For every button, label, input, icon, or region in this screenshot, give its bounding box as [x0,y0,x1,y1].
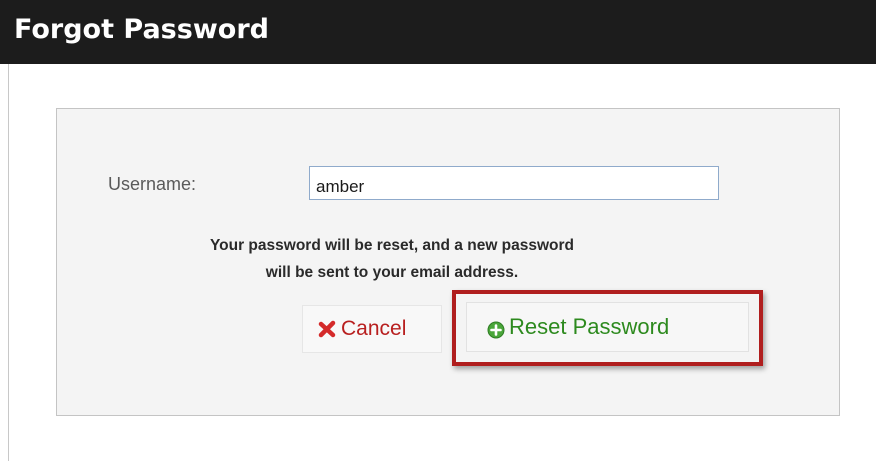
close-x-icon [317,319,337,339]
cancel-button-label: Cancel [341,317,407,340]
left-divider [8,64,9,461]
info-line-2: will be sent to your email address. [265,264,519,281]
reset-password-label: Reset Password [509,314,670,339]
info-line-1: Your password will be reset, and a new p… [209,237,575,254]
title-bar: Forgot Password [0,0,876,64]
page-title: Forgot Password [14,14,269,45]
reset-password-button[interactable]: Reset Password [466,302,749,352]
cancel-button[interactable]: Cancel [302,305,442,353]
plus-circle-icon [487,319,505,339]
username-input[interactable] [309,166,719,200]
username-label: Username: [108,174,197,194]
reset-info-text: Your password will be reset, and a new p… [56,232,840,286]
